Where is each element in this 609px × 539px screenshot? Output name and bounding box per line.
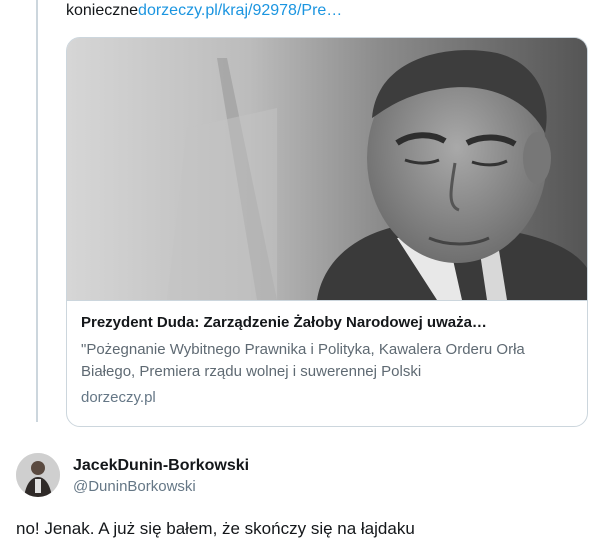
link-card-image[interactable] [67,38,587,300]
link-card-body[interactable]: Prezydent Duda: Zarządzenie Żałoby Narod… [67,300,587,426]
link-card-description: "Pożegnanie Wybitnego Prawnika i Polityk… [81,341,525,380]
user-handle[interactable]: @DuninBorkowski [73,478,196,495]
thread-connector-line [36,0,38,422]
link-preview-card[interactable]: Prezydent Duda: Zarządzenie Żałoby Narod… [66,37,588,427]
link-card-title: Prezydent Duda: Zarządzenie Żałoby Narod… [81,314,487,331]
link-card-domain: dorzeczy.pl [81,389,156,406]
previous-tweet-prefix: konieczne [66,2,139,19]
card-photo-illustration [67,38,587,300]
user-display-name[interactable]: JacekDunin-Borkowski [73,457,249,475]
reply-header: JacekDunin-Borkowski @DuninBorkowski [16,447,596,499]
user-avatar[interactable] [16,453,60,497]
previous-tweet-link[interactable]: dorzeczy.pl/kraj/92978/Pre… [138,2,342,19]
reply-tweet-text: no! Jenak. A już się bałem, że skończy s… [16,519,415,538]
avatar-photo-icon [16,453,60,497]
previous-tweet-text: koniecznedorzeczy.pl/kraj/92978/Pre… [66,2,342,20]
